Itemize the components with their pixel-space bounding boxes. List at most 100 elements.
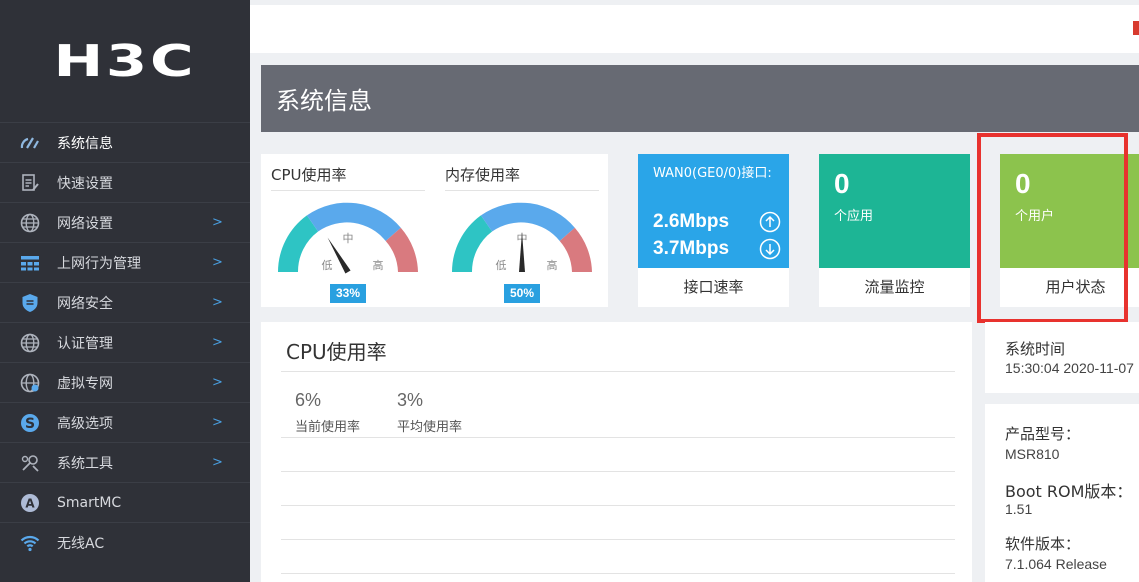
memory-gauge: 内存使用率 低 中 高 50% bbox=[445, 154, 599, 307]
sidebar-item-label: 上网行为管理 bbox=[57, 255, 141, 272]
system-time-panel: 系统时间 15:30:04 2020-11-07 bbox=[985, 322, 1139, 393]
cpu-gauge-dial: 低 中 高 bbox=[278, 202, 418, 274]
sidebar-item-label: SmartMC bbox=[57, 494, 122, 511]
gauge-low-band bbox=[278, 215, 319, 272]
svg-text:A: A bbox=[25, 496, 35, 510]
gauge-low-band bbox=[452, 215, 493, 272]
gauge-high-label: 高 bbox=[373, 258, 384, 272]
traffic-monitor-tile[interactable]: 0 个应用 流量监控 bbox=[819, 154, 970, 307]
usage-gauges-card: CPU使用率 低 中 高 33% 内存使用率 低 中 高 bbox=[261, 154, 608, 307]
divider bbox=[271, 190, 425, 191]
behavior-icon bbox=[19, 252, 41, 274]
memory-gauge-dial: 低 中 高 bbox=[452, 202, 592, 272]
wan-rate-tile[interactable]: WAN0(GE0/0)接口: 2.6Mbps 3.7Mbps 接口速率 bbox=[638, 154, 789, 307]
chevron-right-icon: > bbox=[212, 375, 223, 390]
cpu-gauge-badge: 33% bbox=[330, 284, 366, 303]
product-info-panel: 产品型号： MSR810 Boot ROM版本： 1.51 软件版本： 7.1.… bbox=[985, 404, 1139, 582]
gauge-low-label: 低 bbox=[496, 259, 507, 272]
sidebar-item[interactable]: 虚拟专网 > bbox=[0, 362, 250, 402]
top-bar bbox=[250, 5, 1139, 53]
sidebar-item[interactable]: 上网行为管理 > bbox=[0, 242, 250, 282]
sidebar-item-label: 系统工具 bbox=[57, 455, 113, 472]
upload-rate: 2.6Mbps bbox=[653, 211, 730, 232]
download-rate: 3.7Mbps bbox=[653, 238, 730, 259]
cpu-panel-title: CPU使用率 bbox=[286, 340, 387, 364]
logo-text: H3C bbox=[53, 35, 197, 87]
sidebar-item[interactable]: 网络安全 > bbox=[0, 282, 250, 322]
smartmc-icon: A bbox=[19, 492, 41, 514]
wan-tile-footer[interactable]: 接口速率 bbox=[638, 268, 789, 307]
sidebar-item-label: 网络安全 bbox=[57, 295, 113, 312]
sidebar: H3C 系统信息 快速设置 网络设置 > 上网行为管理 > 网络安全 > 认证管理 > 虚拟专网 > S… bbox=[0, 0, 250, 582]
gauge-icon bbox=[19, 132, 41, 154]
sidebar-item[interactable]: 无线AC bbox=[0, 522, 250, 562]
chart-gridline bbox=[281, 437, 955, 438]
sidebar-item-label: 认证管理 bbox=[57, 335, 113, 352]
software-version-value: 7.1.064 Release bbox=[1005, 556, 1107, 572]
bootrom-label: Boot ROM版本： bbox=[1005, 482, 1133, 501]
chevron-right-icon: > bbox=[212, 295, 223, 310]
globe-icon bbox=[19, 332, 41, 354]
language-flag-icon[interactable] bbox=[1133, 21, 1139, 35]
sidebar-item[interactable]: S 高级选项 > bbox=[0, 402, 250, 442]
bootrom-value: 1.51 bbox=[1005, 501, 1033, 517]
gauge-high-label: 高 bbox=[547, 258, 558, 272]
current-usage-label: 当前使用率 bbox=[295, 420, 361, 435]
sidebar-item[interactable]: 网络设置 > bbox=[0, 202, 250, 242]
chevron-right-icon: > bbox=[212, 255, 223, 270]
chevron-right-icon: > bbox=[212, 415, 223, 430]
chart-gridline bbox=[281, 471, 955, 472]
average-usage-label: 平均使用率 bbox=[397, 420, 463, 435]
wan-interface-title: WAN0(GE0/0)接口: bbox=[653, 166, 772, 181]
sidebar-item[interactable]: 系统信息 bbox=[0, 122, 250, 162]
memory-gauge-title: 内存使用率 bbox=[445, 166, 521, 184]
average-usage-value: 3% bbox=[397, 390, 424, 410]
cpu-gauge: CPU使用率 低 中 高 33% bbox=[271, 154, 425, 307]
sidebar-item-label: 网络设置 bbox=[57, 215, 113, 232]
shield-icon bbox=[19, 292, 41, 314]
svg-text:S: S bbox=[25, 416, 35, 432]
chart-gridline bbox=[281, 539, 955, 540]
chevron-right-icon: > bbox=[212, 335, 223, 350]
vpn-globe-icon bbox=[19, 372, 41, 394]
highlight-box bbox=[977, 133, 1128, 323]
system-time-label: 系统时间 bbox=[1005, 340, 1066, 358]
sidebar-item-label: 快速设置 bbox=[57, 175, 113, 192]
sidebar-nav: 系统信息快速设置网络设置 > 上网行为管理 > 网络安全 > 认证管理 > 虚拟专网 > S 高级选项… bbox=[0, 122, 250, 562]
h3c-logo: H3C bbox=[0, 0, 250, 122]
cpu-gauge-title: CPU使用率 bbox=[271, 166, 347, 184]
gauge-low-label: 低 bbox=[322, 259, 333, 272]
page-title: 系统信息 bbox=[276, 87, 372, 115]
chart-gridline bbox=[281, 505, 955, 506]
page-title-bar: 系统信息 bbox=[261, 65, 1139, 132]
product-model-value: MSR810 bbox=[1005, 446, 1060, 462]
sidebar-item-label: 虚拟专网 bbox=[57, 375, 113, 392]
gauge-mid-band bbox=[306, 202, 401, 241]
divider bbox=[445, 190, 599, 191]
memory-gauge-badge: 50% bbox=[504, 284, 540, 303]
product-model-label: 产品型号： bbox=[1005, 425, 1081, 443]
sidebar-item[interactable]: A SmartMC bbox=[0, 482, 250, 522]
gauge-mid-band bbox=[480, 202, 575, 241]
sidebar-item[interactable]: 认证管理 > bbox=[0, 322, 250, 362]
current-usage-value: 6% bbox=[295, 390, 322, 410]
software-version-label: 软件版本： bbox=[1005, 535, 1081, 553]
sidebar-item-label: 系统信息 bbox=[57, 135, 113, 152]
chevron-right-icon: > bbox=[212, 215, 223, 230]
app-count: 0 bbox=[834, 168, 850, 199]
wifi-icon bbox=[19, 532, 41, 554]
divider bbox=[281, 371, 955, 372]
cpu-usage-panel: CPU使用率 6% 当前使用率 3% 平均使用率 bbox=[261, 322, 972, 582]
wan-tile-body: WAN0(GE0/0)接口: 2.6Mbps 3.7Mbps bbox=[638, 154, 789, 268]
sidebar-item[interactable]: 系统工具 > bbox=[0, 442, 250, 482]
chart-gridline bbox=[281, 573, 955, 574]
download-arrow-icon bbox=[759, 238, 781, 260]
tools-icon bbox=[19, 452, 41, 474]
app-count-label: 个应用 bbox=[834, 209, 874, 224]
gauge-mid-label: 中 bbox=[343, 232, 354, 245]
traffic-monitor-footer[interactable]: 流量监控 bbox=[819, 268, 970, 307]
sidebar-item[interactable]: 快速设置 bbox=[0, 162, 250, 202]
sidebar-item-label: 高级选项 bbox=[57, 415, 113, 432]
upload-arrow-icon bbox=[759, 211, 781, 233]
globe-icon bbox=[19, 212, 41, 234]
